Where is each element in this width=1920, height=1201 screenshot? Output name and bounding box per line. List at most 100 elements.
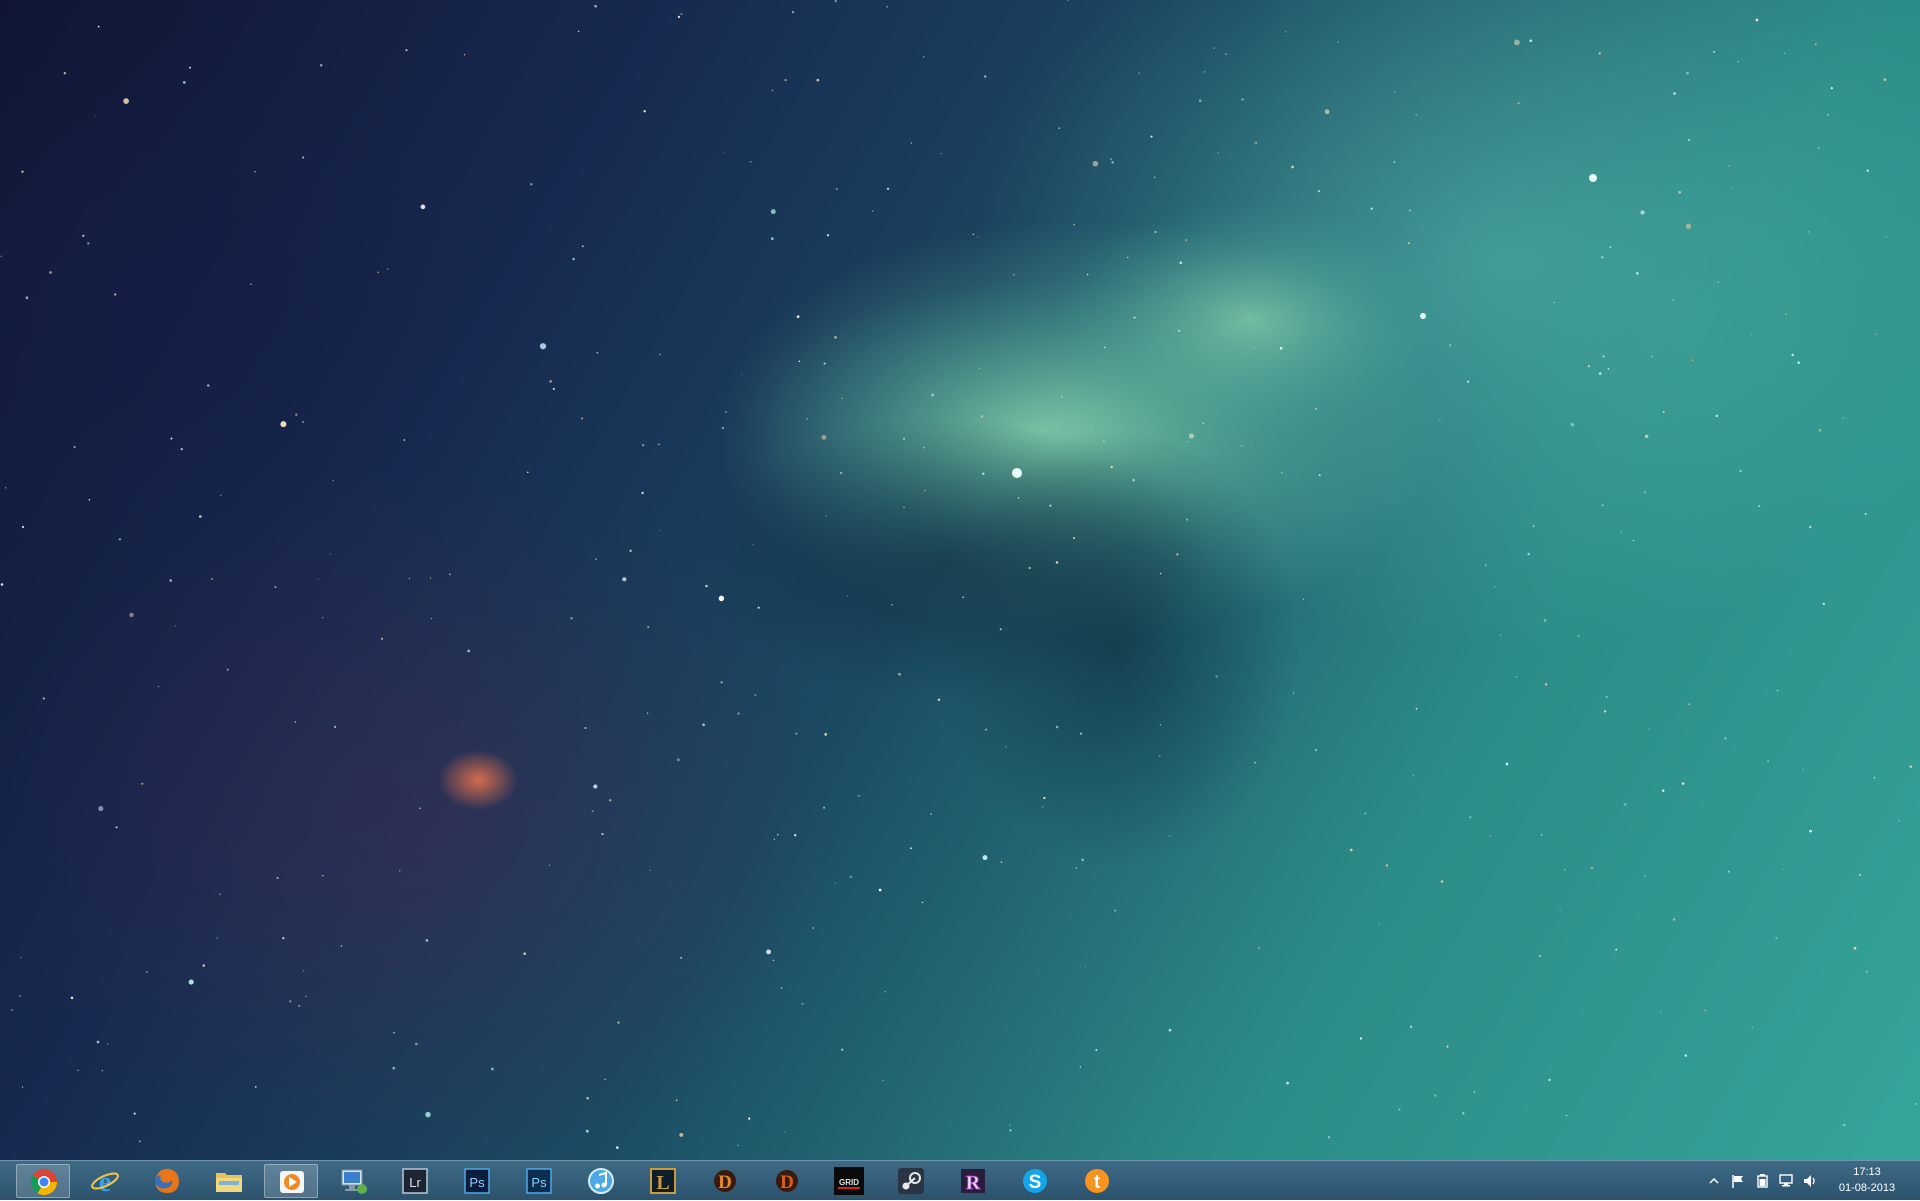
- taskbar-button-file-explorer[interactable]: [202, 1164, 256, 1198]
- star: [106, 1043, 109, 1045]
- star: [392, 1066, 396, 1070]
- taskbar-button-diablo-3[interactable]: D: [698, 1164, 752, 1198]
- star: [405, 49, 408, 52]
- star: [1782, 868, 1784, 871]
- star: [1808, 231, 1810, 233]
- star: [298, 1004, 301, 1007]
- star: [609, 799, 612, 802]
- star: [570, 616, 573, 620]
- star: [1678, 191, 1682, 194]
- star: [399, 870, 401, 872]
- folder-icon: [213, 1166, 245, 1196]
- star: [595, 558, 597, 560]
- system-clock[interactable]: 17:13 01-08-2013: [1822, 1164, 1912, 1198]
- star: [923, 56, 925, 58]
- star: [980, 415, 984, 418]
- star: [101, 1069, 104, 1072]
- taskbar-button-lightroom[interactable]: Lr: [388, 1164, 442, 1198]
- star: [641, 491, 644, 495]
- star: [776, 833, 779, 836]
- star: [604, 1078, 606, 1081]
- star: [1080, 732, 1083, 735]
- star: [73, 445, 76, 449]
- star: [1302, 598, 1305, 600]
- star: [972, 233, 975, 236]
- star: [141, 782, 144, 785]
- star: [431, 618, 433, 620]
- star: [982, 472, 985, 475]
- star: [430, 577, 432, 579]
- star: [1086, 273, 1089, 276]
- star: [377, 271, 379, 273]
- star: [1553, 301, 1555, 304]
- taskbar-button-remote-desktop[interactable]: [326, 1164, 380, 1198]
- taskbar-button-rift[interactable]: R: [946, 1164, 1000, 1198]
- taskbar-button-skype[interactable]: S: [1008, 1164, 1062, 1198]
- star: [552, 387, 555, 391]
- star: [294, 721, 296, 723]
- star: [1673, 92, 1676, 95]
- star: [1548, 1078, 1551, 1082]
- taskbar-button-firefox[interactable]: [140, 1164, 194, 1198]
- taskbar-button-diablo-3-2[interactable]: D: [760, 1164, 814, 1198]
- star: [202, 964, 206, 967]
- star: [1280, 471, 1283, 474]
- star: [1886, 236, 1888, 238]
- star: [123, 98, 129, 104]
- star: [115, 826, 118, 829]
- taskbar-button-league-of-legends[interactable]: L: [636, 1164, 690, 1198]
- taskbar-button-photoshop[interactable]: Ps: [450, 1164, 504, 1198]
- star: [420, 204, 426, 210]
- volume-icon[interactable]: [1802, 1173, 1818, 1189]
- taskbar-button-photoshop-2[interactable]: Ps: [512, 1164, 566, 1198]
- taskbar-button-grid[interactable]: GRID: [822, 1164, 876, 1198]
- star: [1915, 1103, 1917, 1105]
- power-icon[interactable]: [1754, 1173, 1770, 1189]
- star: [425, 1111, 431, 1118]
- star: [849, 875, 852, 878]
- taskbar-button-itunes[interactable]: [574, 1164, 628, 1198]
- grid-game-icon: GRID: [833, 1166, 865, 1196]
- itunes-icon: [585, 1166, 617, 1196]
- network-icon[interactable]: [1778, 1173, 1794, 1189]
- star: [801, 1002, 804, 1005]
- taskbar-button-internet-explorer[interactable]: e: [78, 1164, 132, 1198]
- star: [772, 959, 775, 962]
- star: [723, 152, 726, 154]
- star: [1750, 334, 1752, 336]
- star: [643, 110, 646, 113]
- star: [302, 970, 305, 972]
- star: [467, 649, 471, 653]
- star: [1909, 765, 1912, 768]
- star: [393, 1032, 395, 1034]
- show-hidden-icons-chevron[interactable]: [1706, 1173, 1722, 1189]
- star: [1370, 207, 1373, 210]
- star: [1292, 692, 1295, 694]
- star: [1409, 209, 1411, 212]
- star: [549, 380, 552, 383]
- star: [1013, 273, 1015, 276]
- steam-icon: [895, 1166, 927, 1196]
- star: [677, 758, 680, 762]
- svg-text:Ps: Ps: [531, 1175, 547, 1190]
- star: [910, 847, 912, 850]
- star: [702, 723, 705, 726]
- taskbar-button-steam[interactable]: [884, 1164, 938, 1198]
- taskbar-button-tumblr-app[interactable]: t: [1070, 1164, 1124, 1198]
- star: [1225, 53, 1227, 55]
- star: [585, 1129, 589, 1133]
- star: [658, 443, 660, 446]
- star: [1643, 875, 1646, 877]
- star: [584, 727, 587, 729]
- star: [19, 995, 21, 997]
- photoshop-icon: Ps: [461, 1166, 493, 1196]
- action-center-flag-icon[interactable]: [1730, 1173, 1746, 1189]
- star: [1084, 966, 1086, 968]
- star: [784, 78, 787, 82]
- star: [924, 490, 926, 492]
- star: [332, 480, 334, 482]
- star: [1688, 139, 1691, 141]
- star: [1543, 619, 1547, 622]
- taskbar-button-media-player[interactable]: [264, 1164, 318, 1198]
- taskbar-button-chrome[interactable]: [16, 1164, 70, 1198]
